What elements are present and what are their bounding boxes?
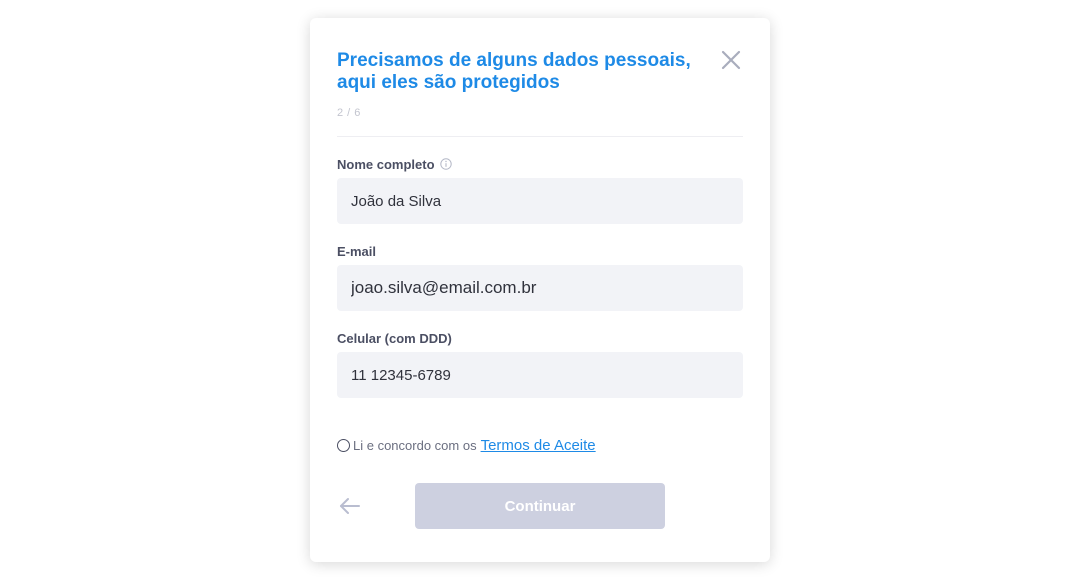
full-name-label: Nome completo [337,156,435,172]
arrow-left-icon[interactable] [337,493,363,519]
email-input[interactable] [337,265,743,311]
phone-label: Celular (com DDD) [337,330,452,346]
phone-label-row: Celular (com DDD) [337,330,743,346]
info-icon[interactable] [439,158,452,170]
close-icon[interactable] [719,48,743,72]
continue-button[interactable]: Continuar [415,483,665,529]
modal-title: Precisamos de alguns dados pessoais, aqu… [337,50,691,93]
full-name-input[interactable] [337,178,743,224]
email-field: E-mail [337,243,743,311]
terms-text: Li e concordo com os [353,437,477,453]
phone-input[interactable] [337,352,743,398]
terms-row: Li e concordo com os Termos de Aceite [337,436,743,454]
personal-data-modal: Precisamos de alguns dados pessoais, aqu… [310,18,770,562]
full-name-field: Nome completo [337,156,743,224]
terms-link[interactable]: Termos de Aceite [481,437,596,454]
full-name-label-row: Nome completo [337,156,743,172]
step-indicator: 2 / 6 [337,107,361,119]
terms-radio[interactable] [337,438,350,452]
email-label-row: E-mail [337,243,743,259]
email-label: E-mail [337,243,377,259]
modal-footer: Continuar [337,483,743,529]
modal-header: Precisamos de alguns dados pessoais, aqu… [337,18,743,137]
phone-field: Celular (com DDD) [337,330,743,398]
